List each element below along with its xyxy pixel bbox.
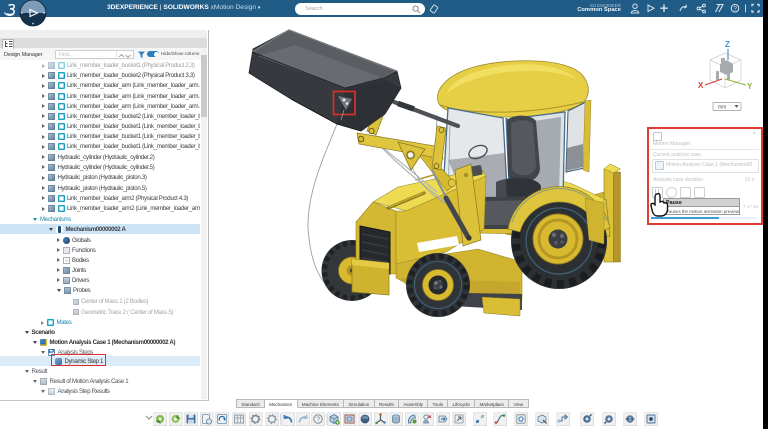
svg-text:mm: mm — [718, 105, 726, 111]
svg-text:Z: Z — [725, 40, 730, 49]
svg-text:X: X — [698, 81, 704, 90]
svg-text:?: ? — [733, 5, 737, 12]
svg-text:?: ? — [316, 417, 320, 424]
svg-text:Y: Y — [747, 82, 753, 91]
